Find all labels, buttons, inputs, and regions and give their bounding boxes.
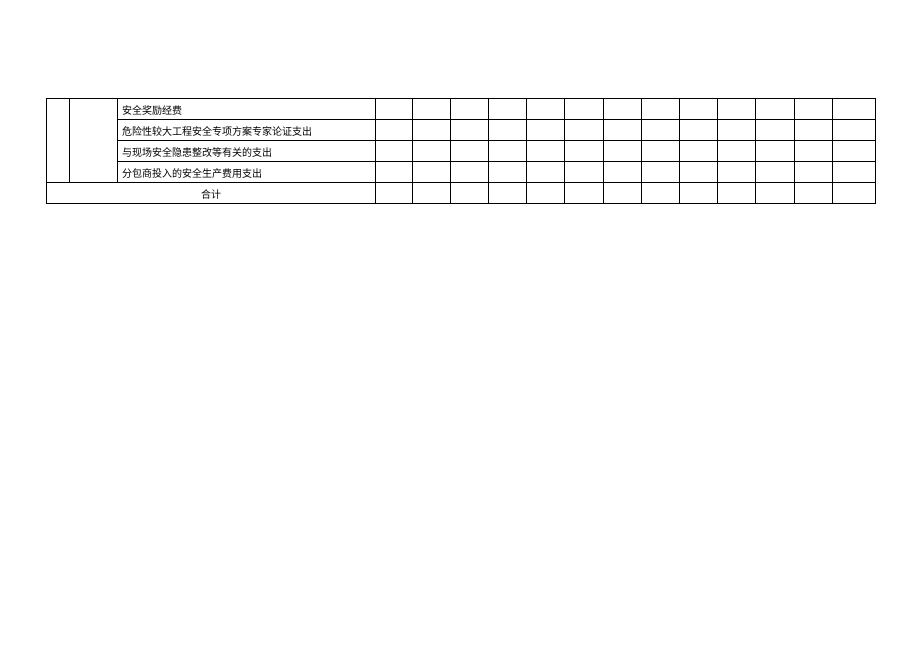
table-cell bbox=[756, 162, 795, 183]
table-cell bbox=[833, 183, 876, 204]
table-cell bbox=[718, 99, 756, 120]
table-cell bbox=[376, 120, 413, 141]
table-cell bbox=[489, 141, 527, 162]
table-cell bbox=[680, 141, 718, 162]
table-cell bbox=[527, 120, 565, 141]
table-cell bbox=[795, 162, 833, 183]
table-cell bbox=[718, 141, 756, 162]
table-cell bbox=[833, 162, 876, 183]
table-cell bbox=[565, 183, 604, 204]
table-cell bbox=[795, 141, 833, 162]
table-cell bbox=[642, 141, 680, 162]
table-cell bbox=[527, 99, 565, 120]
table-cell bbox=[489, 120, 527, 141]
table-cell bbox=[376, 183, 413, 204]
table-cell bbox=[376, 162, 413, 183]
table-cell bbox=[642, 183, 680, 204]
table-cell bbox=[833, 120, 876, 141]
table-cell bbox=[718, 162, 756, 183]
table-cell bbox=[70, 120, 118, 141]
row-desc: 与现场安全隐患整改等有关的支出 bbox=[118, 141, 376, 162]
table-cell bbox=[451, 162, 489, 183]
table-cell bbox=[413, 141, 451, 162]
table-cell bbox=[680, 162, 718, 183]
table-row: 安全奖励经费 bbox=[47, 99, 876, 120]
table-cell bbox=[604, 162, 642, 183]
table-cell bbox=[527, 162, 565, 183]
table-cell bbox=[604, 141, 642, 162]
table-cell bbox=[565, 141, 604, 162]
table-cell bbox=[451, 120, 489, 141]
table-cell bbox=[795, 183, 833, 204]
table-cell bbox=[413, 162, 451, 183]
budget-table: 安全奖励经费 危险性较大工程安全专项方案专家论证支出 bbox=[46, 98, 876, 204]
table-cell bbox=[70, 99, 118, 120]
table-cell bbox=[680, 120, 718, 141]
table-cell bbox=[642, 120, 680, 141]
table-cell bbox=[795, 120, 833, 141]
table-cell bbox=[70, 162, 118, 183]
table-cell bbox=[489, 99, 527, 120]
table-cell bbox=[47, 99, 70, 120]
table-cell bbox=[680, 183, 718, 204]
table-cell bbox=[565, 120, 604, 141]
table-cell bbox=[376, 99, 413, 120]
table-cell bbox=[604, 183, 642, 204]
table-row: 与现场安全隐患整改等有关的支出 bbox=[47, 141, 876, 162]
table-cell bbox=[604, 99, 642, 120]
table-cell bbox=[680, 99, 718, 120]
row-desc: 安全奖励经费 bbox=[118, 99, 376, 120]
table-cell bbox=[527, 183, 565, 204]
table-cell bbox=[376, 141, 413, 162]
table-cell bbox=[642, 99, 680, 120]
table-total-row: 合计 bbox=[47, 183, 876, 204]
table-cell bbox=[756, 183, 795, 204]
budget-table-wrap: 安全奖励经费 危险性较大工程安全专项方案专家论证支出 bbox=[46, 98, 875, 204]
table-row: 分包商投入的安全生产费用支出 bbox=[47, 162, 876, 183]
table-cell bbox=[642, 162, 680, 183]
table-cell bbox=[413, 120, 451, 141]
table-row: 危险性较大工程安全专项方案专家论证支出 bbox=[47, 120, 876, 141]
table-cell bbox=[70, 141, 118, 162]
table-cell bbox=[47, 141, 70, 162]
table-cell bbox=[451, 141, 489, 162]
table-cell bbox=[47, 120, 70, 141]
total-label: 合计 bbox=[47, 183, 376, 204]
table-cell bbox=[604, 120, 642, 141]
table-cell bbox=[489, 162, 527, 183]
table-cell bbox=[47, 162, 70, 183]
table-cell bbox=[756, 99, 795, 120]
table-cell bbox=[833, 99, 876, 120]
table-cell bbox=[833, 141, 876, 162]
table-cell bbox=[795, 99, 833, 120]
table-cell bbox=[718, 120, 756, 141]
table-cell bbox=[489, 183, 527, 204]
table-cell bbox=[565, 99, 604, 120]
table-cell bbox=[527, 141, 565, 162]
table-cell bbox=[565, 162, 604, 183]
table-cell bbox=[413, 99, 451, 120]
table-cell bbox=[451, 99, 489, 120]
row-desc: 分包商投入的安全生产费用支出 bbox=[118, 162, 376, 183]
row-desc: 危险性较大工程安全专项方案专家论证支出 bbox=[118, 120, 376, 141]
table-cell bbox=[756, 120, 795, 141]
table-cell bbox=[413, 183, 451, 204]
table-cell bbox=[756, 141, 795, 162]
table-cell bbox=[718, 183, 756, 204]
table-cell bbox=[451, 183, 489, 204]
